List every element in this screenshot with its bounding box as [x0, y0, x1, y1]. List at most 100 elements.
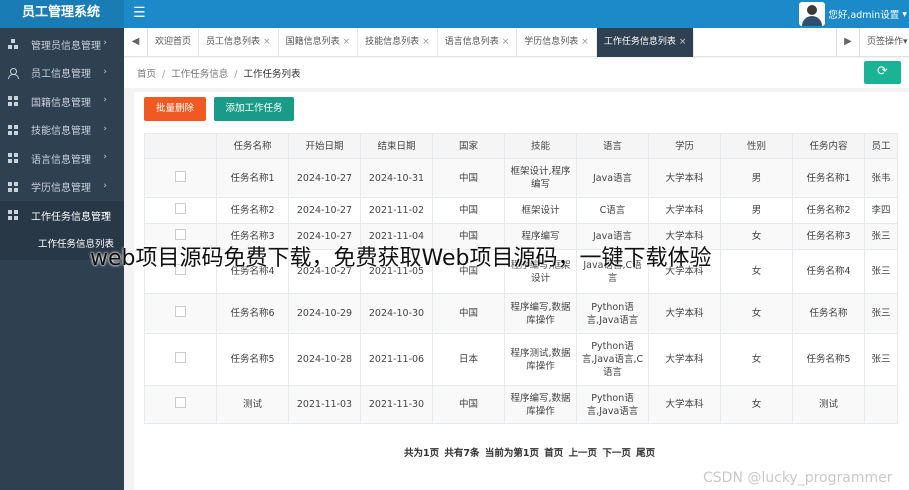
sidebar-item-task[interactable]: 工作任务信息管理 ⌄	[0, 201, 124, 230]
row-checkbox[interactable]	[175, 203, 186, 214]
sidebar-item-label: 管理员信息管理	[31, 40, 101, 52]
table-cell: 女	[720, 249, 793, 294]
table-cell: 女	[720, 223, 793, 250]
tab-task-list[interactable]: 工作任务信息列表 ×	[596, 28, 695, 57]
breadcrumb-section[interactable]: 工作任务信息	[171, 69, 228, 80]
table-cell: 任务名称2	[216, 197, 289, 224]
table-cell: 李四	[864, 197, 898, 224]
sidebar-item-language[interactable]: 语言信息管理 ›	[0, 144, 124, 173]
sidebar-item-education[interactable]: 学历信息管理 ›	[0, 173, 124, 202]
close-icon[interactable]: ×	[502, 37, 510, 47]
table-cell: 任务名称1	[792, 158, 865, 198]
user-menu[interactable]: 您好,admin设置 ▾	[799, 0, 909, 28]
table-cell: 2024-10-27	[288, 158, 361, 198]
chevron-right-icon: ›	[103, 123, 107, 134]
breadcrumb-separator: /	[234, 69, 238, 80]
sidebar-item-label: 员工信息管理	[31, 69, 91, 81]
table-cell: 任务名称3	[792, 223, 865, 250]
table-cell: 程序编写,数据库操作	[504, 293, 577, 334]
table-cell: C语言	[576, 197, 649, 224]
sidebar-item-label: 国籍信息管理	[31, 97, 91, 109]
close-icon[interactable]: ×	[581, 37, 589, 47]
table-cell: 中国	[432, 385, 505, 424]
sidebar-item-label: 技能信息管理	[31, 126, 91, 138]
column-header: 任务名称	[216, 133, 289, 159]
batch-delete-button[interactable]: 批量删除	[144, 97, 206, 121]
chevron-down-icon[interactable]: ▾	[902, 9, 907, 20]
refresh-button[interactable]: ⟳	[864, 61, 901, 84]
sidebar-item-nationality[interactable]: 国籍信息管理 ›	[0, 87, 124, 116]
row-checkbox[interactable]	[175, 229, 186, 240]
column-header: 性别	[720, 133, 793, 159]
user-greeting[interactable]: 您好,admin设置	[828, 7, 899, 21]
table-panel: 批量删除 添加工作任务 任务名称 开始日期 结束日期 国家 技能 语言 学历 性…	[134, 92, 909, 490]
close-icon[interactable]: ×	[343, 37, 351, 47]
row-select-cell[interactable]	[144, 197, 217, 224]
person-icon	[8, 67, 19, 79]
breadcrumb: 首页 / 工作任务信息 / 工作任务列表	[137, 66, 300, 80]
breadcrumb-bar: 首页 / 工作任务信息 / 工作任务列表 ⟳	[124, 58, 909, 88]
row-checkbox[interactable]	[175, 352, 186, 363]
row-select-cell[interactable]	[144, 385, 217, 424]
sidebar-item-employee[interactable]: 员工信息管理 ›	[0, 59, 124, 88]
grid-icon	[8, 124, 18, 135]
sidebar-item-skill[interactable]: 技能信息管理 ›	[0, 116, 124, 145]
table-cell: Python语言,Java语言,C语言	[576, 333, 649, 386]
grid-icon	[8, 181, 18, 192]
tab-language-list[interactable]: 语言信息列表 ×	[438, 28, 518, 57]
table-cell: 任务名称5	[216, 333, 289, 386]
table-cell: 框架设计,程序编写	[504, 158, 577, 198]
close-icon[interactable]: ×	[679, 37, 687, 47]
tab-label: 员工信息列表	[206, 37, 261, 47]
tab-nationality-list[interactable]: 国籍信息列表 ×	[279, 28, 359, 57]
row-select-cell[interactable]	[144, 333, 217, 386]
close-icon[interactable]: ×	[422, 37, 430, 47]
table-cell: 张韦	[864, 158, 898, 198]
tab-operations-dropdown[interactable]: 页签操作▾	[860, 28, 908, 57]
column-header: 开始日期	[288, 133, 361, 159]
table-header-row: 任务名称 开始日期 结束日期 国家 技能 语言 学历 性别 任务内容 员工	[144, 133, 898, 159]
chevron-right-icon: ›	[103, 66, 107, 77]
table-cell: 2021-11-02	[360, 197, 433, 224]
table-cell: 2024-10-29	[288, 293, 361, 334]
table-cell: 2024-10-31	[360, 158, 433, 198]
table-cell: 女	[720, 293, 793, 334]
table-cell: 任务名称2	[792, 197, 865, 224]
breadcrumb-home[interactable]: 首页	[137, 69, 156, 80]
sidebar-item-admin[interactable]: 管理员信息管理 ›	[0, 30, 124, 59]
row-checkbox[interactable]	[175, 306, 186, 317]
tab-label: 技能信息列表	[365, 37, 420, 47]
tab-scroll-left-icon[interactable]: ◀	[124, 28, 148, 57]
table-cell: 大学本科	[648, 385, 721, 424]
table-cell: 男	[720, 158, 793, 198]
row-select-cell[interactable]	[144, 293, 217, 334]
tab-skill-list[interactable]: 技能信息列表 ×	[358, 28, 438, 57]
add-task-button[interactable]: 添加工作任务	[214, 97, 294, 121]
row-select-cell[interactable]	[144, 158, 217, 198]
close-icon[interactable]: ×	[263, 37, 271, 47]
table-cell: Java语言	[576, 158, 649, 198]
table-cell: 测试	[792, 385, 865, 424]
refresh-icon: ⟳	[877, 64, 888, 79]
row-checkbox[interactable]	[175, 170, 186, 182]
table-cell: 2024-10-28	[288, 333, 361, 386]
tab-education-list[interactable]: 学历信息列表 ×	[517, 28, 597, 57]
table-cell: Python语言,Java语言	[576, 293, 649, 334]
table-cell: 中国	[432, 293, 505, 334]
chevron-right-icon: ›	[103, 152, 107, 162]
row-checkbox[interactable]	[175, 397, 186, 408]
tab-scroll-right-icon[interactable]: ▶	[836, 28, 860, 57]
avatar[interactable]	[799, 2, 826, 26]
tab-label: 学历信息列表	[524, 37, 579, 47]
chevron-right-icon: ›	[103, 38, 107, 48]
pagination[interactable]: 共为1页 共有7条 当前为第1页 首页 上一页 下一页 尾页	[404, 445, 655, 459]
table-cell: 任务名称1	[216, 158, 289, 198]
menu-toggle-icon[interactable]: ☰	[133, 4, 146, 22]
table-cell: 程序编写,数据库操作	[504, 385, 577, 424]
tab-employee-list[interactable]: 员工信息列表 ×	[199, 28, 279, 57]
table-cell: 大学本科	[648, 197, 721, 224]
tree-icon	[8, 39, 18, 50]
table-cell: 2021-11-03	[288, 385, 361, 424]
column-header: 国家	[432, 133, 505, 159]
tab-welcome[interactable]: 欢迎首页	[148, 28, 200, 57]
